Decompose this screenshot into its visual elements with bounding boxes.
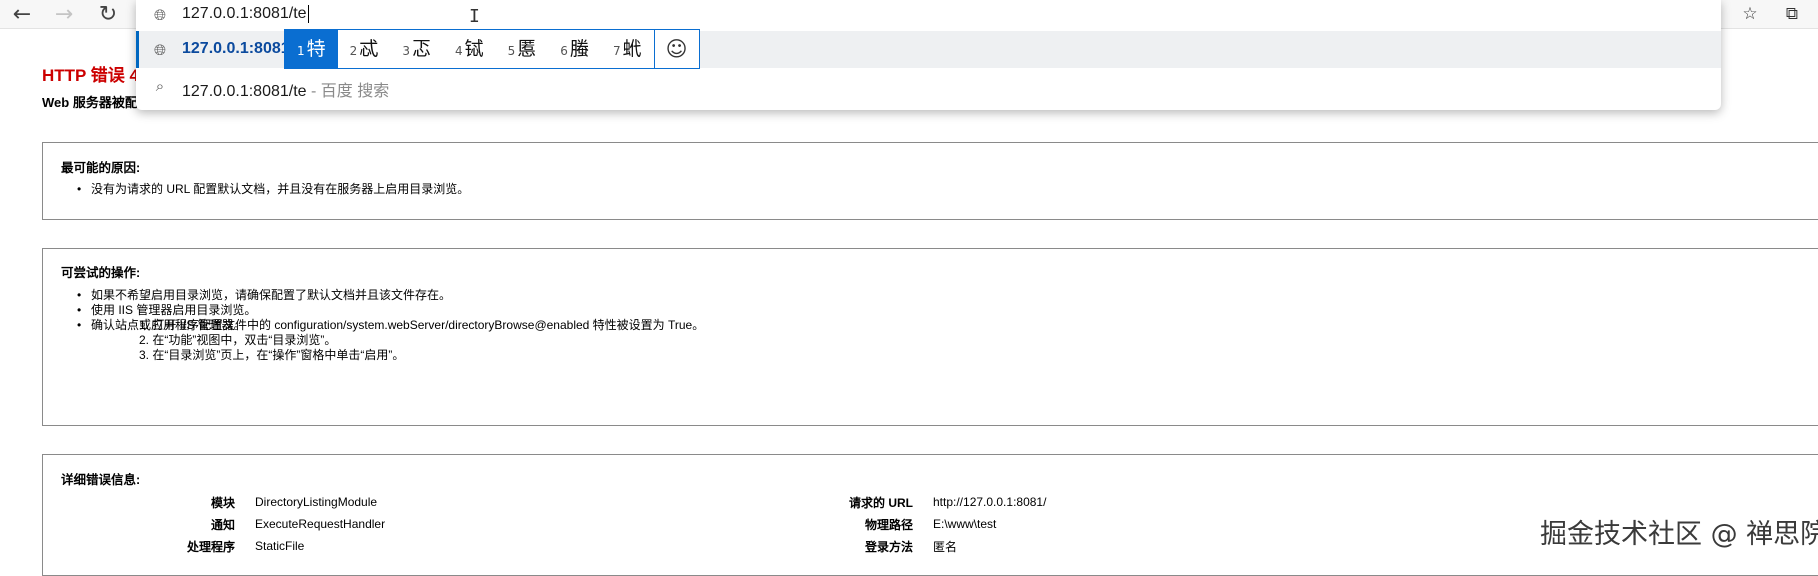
detail-key: 处理程序 xyxy=(186,539,235,554)
detail-row: 通知 ExecuteRequestHandler xyxy=(123,513,385,535)
address-input-row[interactable]: 🌐︎ 127.0.0.1:8081/te xyxy=(136,0,1721,30)
refresh-icon[interactable]: ↻ xyxy=(90,0,126,28)
actions-section: 可尝试的操作: 如果不希望启用目录浏览，请确保配置了默认文档并且该文件存在。 使… xyxy=(42,248,1818,426)
globe-icon: 🌐︎ xyxy=(153,6,166,24)
details-heading: 详细错误信息: xyxy=(61,473,141,487)
error-subtitle: Web 服务器被配 xyxy=(42,95,138,110)
ime-candidate-1[interactable]: 1特 xyxy=(285,30,338,68)
ime-candidate-5[interactable]: 5慝 xyxy=(496,30,549,68)
detail-row: 请求的 URL http://127.0.0.1:8081/ xyxy=(783,491,1046,513)
detail-value: E:\www\test xyxy=(933,517,997,531)
globe-icon: 🌐︎ xyxy=(153,41,166,59)
candidate-number: 6 xyxy=(560,44,568,58)
detail-value: StaticFile xyxy=(255,539,305,553)
detail-row: 登录方法 匿名 xyxy=(783,535,1046,557)
candidate-number: 5 xyxy=(507,44,516,58)
error-title: HTTP 错误 4 xyxy=(42,66,139,85)
detail-value: DirectoryListingModule xyxy=(255,495,378,509)
back-arrow-icon[interactable]: ← xyxy=(4,0,40,28)
candidate-char: 特 xyxy=(306,38,326,60)
step-item: 3. 在“目录浏览”页上，在“操作”窗格中单击“启用”。 xyxy=(139,348,405,362)
cause-section: 最可能的原因: 没有为请求的 URL 配置默认文档，并且没有在服务器上启用目录浏… xyxy=(42,142,1818,220)
action-item-iis-text: 使用 IIS 管理器启用目录浏览。 xyxy=(91,303,257,317)
candidate-number: 1 xyxy=(297,44,305,58)
favorites-icon[interactable]: ☆ xyxy=(1732,0,1768,28)
cause-heading: 最可能的原因: xyxy=(61,161,141,175)
address-input[interactable]: 127.0.0.1:8081/te xyxy=(182,5,309,23)
detail-key: 登录方法 xyxy=(864,539,913,554)
candidate-char: 忑 xyxy=(411,38,431,60)
actions-heading: 可尝试的操作: xyxy=(61,266,141,280)
watermark: 掘金技术社区 @ 禅思院 xyxy=(1540,519,1818,550)
candidate-number: 7 xyxy=(612,44,621,58)
detail-key: 模块 xyxy=(210,495,235,510)
text-cursor-icon: I xyxy=(469,6,480,27)
ime-candidate-4[interactable]: 4铽 xyxy=(443,30,496,68)
selection-accent xyxy=(136,31,139,68)
text-caret xyxy=(307,5,309,23)
candidate-number: 3 xyxy=(402,44,410,58)
candidate-char: 蚮 xyxy=(622,38,642,60)
detail-value: 匿名 xyxy=(933,539,958,554)
detail-key: 通知 xyxy=(210,517,235,532)
detail-value: ExecuteRequestHandler xyxy=(255,517,386,531)
candidate-char: 慝 xyxy=(517,38,537,60)
search-suggestion[interactable]: 127.0.0.1:8081/te - 百度 搜索 xyxy=(182,77,389,101)
search-query: 127.0.0.1:8081/te xyxy=(182,83,307,100)
detail-row: 处理程序 StaticFile xyxy=(123,535,385,557)
ime-candidate-7[interactable]: 7蚮 xyxy=(601,30,654,68)
details-table-right: 请求的 URL http://127.0.0.1:8081/ 物理路径 E:\www… xyxy=(783,491,1046,557)
detail-row: 模块 DirectoryListingModule xyxy=(123,491,385,513)
ime-candidate-2[interactable]: 2忒 xyxy=(338,30,391,68)
candidate-char: 螣 xyxy=(569,38,589,60)
action-item-default-doc: 如果不希望启用目录浏览，请确保配置了默认文档并且该文件存在。 xyxy=(77,288,704,303)
search-icon: ⌕ xyxy=(155,77,165,95)
ime-candidate-6[interactable]: 6螣 xyxy=(548,30,601,68)
action-item-config: 确认站点或应用程序配置文件中的 configuration/system.web… xyxy=(77,318,704,333)
candidate-number: 4 xyxy=(454,44,463,58)
detail-value: http://127.0.0.1:8081/ xyxy=(933,495,1047,509)
detail-key: 请求的 URL xyxy=(849,495,913,510)
ime-candidate-bar: 1特 2忒 3忑 4铽 5慝 6螣 7蚮 ☺ xyxy=(284,29,700,69)
candidate-char: 铽 xyxy=(464,38,484,60)
suggestion-url[interactable]: 127.0.0.1:8081 xyxy=(182,40,290,58)
step-item: 2. 在“功能”视图中，双击“目录浏览”。 xyxy=(139,333,337,347)
detail-row: 物理路径 E:\www\test xyxy=(783,513,1046,535)
cause-list: 没有为请求的 URL 配置默认文档，并且没有在服务器上启用目录浏览。 xyxy=(77,182,469,197)
details-table-left: 模块 DirectoryListingModule 通知 ExecuteReques… xyxy=(123,491,385,557)
search-suggestion-row[interactable]: ⌕ 127.0.0.1:8081/te - 百度 搜索 xyxy=(136,70,1721,104)
ime-candidate-3[interactable]: 3忑 xyxy=(390,30,443,68)
address-input-value[interactable]: 127.0.0.1:8081/te xyxy=(182,5,307,22)
candidate-char: 忒 xyxy=(359,38,379,60)
action-item-iis-manager: 使用 IIS 管理器启用目录浏览。 1. 打开 IIS 管理器。 2. 在“功能… xyxy=(77,303,704,362)
detail-key: 物理路径 xyxy=(864,517,913,532)
actions-list: 如果不希望启用目录浏览，请确保配置了默认文档并且该文件存在。 使用 IIS 管理… xyxy=(77,288,704,362)
candidate-number: 2 xyxy=(349,44,358,58)
emoji-smiley-icon[interactable]: ☺ xyxy=(653,30,699,68)
search-engine-hint: - 百度 搜索 xyxy=(306,83,390,100)
collections-icon[interactable]: ⧉ xyxy=(1774,0,1810,28)
cause-item: 没有为请求的 URL 配置默认文档，并且没有在服务器上启用目录浏览。 xyxy=(77,182,469,197)
forward-arrow-icon[interactable]: → xyxy=(46,0,82,28)
